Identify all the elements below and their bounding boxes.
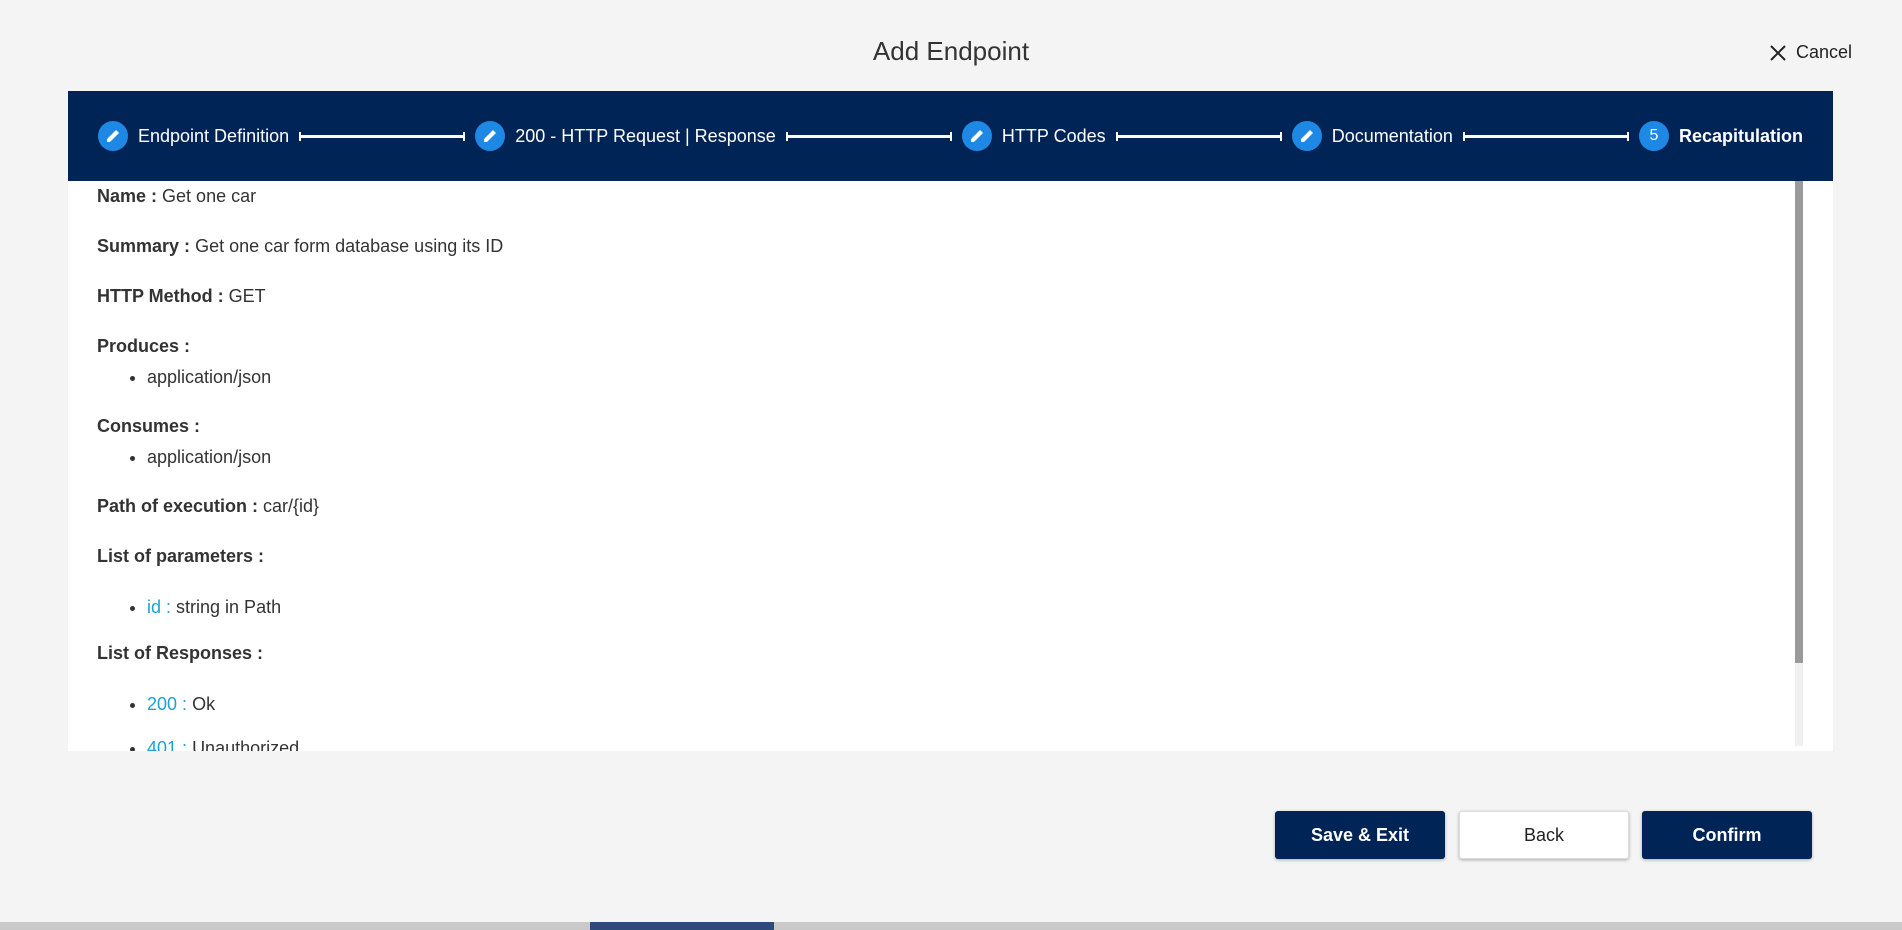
step-connector xyxy=(1115,131,1282,141)
produces-list: application/json xyxy=(97,366,271,388)
step-documentation[interactable]: Documentation xyxy=(1291,121,1453,151)
pencil-icon xyxy=(961,121,992,151)
name-label: Name : xyxy=(97,186,158,206)
pencil-icon xyxy=(1291,121,1322,151)
summary-value: Get one car form database using its ID xyxy=(195,236,504,256)
path-label: Path of execution : xyxy=(97,496,259,516)
dialog-title: Add Endpoint xyxy=(872,36,1030,66)
response-value: Unauthorized xyxy=(192,738,300,751)
taskbar xyxy=(0,922,1902,930)
method-row: HTTP Method : GET xyxy=(97,286,266,307)
list-item: 200 : Ok xyxy=(147,693,299,715)
list-item: application/json xyxy=(147,446,271,468)
step-label: Recapitulation xyxy=(1679,125,1804,146)
step-label: 200 - HTTP Request | Response xyxy=(515,125,776,146)
step-recapitulation[interactable]: 5 Recapitulation xyxy=(1639,121,1803,151)
step-label: Documentation xyxy=(1331,125,1453,146)
parameters-list: id : string in Path xyxy=(97,596,281,618)
method-value: GET xyxy=(228,286,266,306)
param-key: id : xyxy=(147,597,172,617)
list-item: id : string in Path xyxy=(147,596,281,618)
step-connector xyxy=(299,131,466,141)
scrollbar-thumb[interactable] xyxy=(1795,181,1803,663)
list-item: application/json xyxy=(147,366,271,388)
step-endpoint-definition[interactable]: Endpoint Definition xyxy=(98,121,289,151)
cancel-button[interactable]: Cancel xyxy=(1768,42,1852,63)
add-endpoint-dialog: Add Endpoint Cancel Endpoint Definition … xyxy=(0,0,1902,923)
response-key: 200 : xyxy=(147,694,188,714)
step-http-codes[interactable]: HTTP Codes xyxy=(961,121,1106,151)
consumes-list: application/json xyxy=(97,446,271,468)
consumes-label: Consumes : xyxy=(97,416,201,436)
consumes-row: Consumes : xyxy=(97,416,200,437)
produces-label: Produces : xyxy=(97,336,191,356)
step-connector xyxy=(1462,131,1630,141)
save-exit-button[interactable]: Save & Exit xyxy=(1275,811,1445,859)
pencil-icon xyxy=(98,121,128,151)
response-value: Ok xyxy=(192,694,216,714)
name-value: Get one car xyxy=(162,186,257,206)
responses-label: List of Responses : xyxy=(97,643,264,663)
responses-list: 200 : Ok 401 : Unauthorized xyxy=(97,693,299,751)
stepper: Endpoint Definition 200 - HTTP Request |… xyxy=(68,91,1833,181)
confirm-button[interactable]: Confirm xyxy=(1642,811,1812,859)
recap-content[interactable]: Name : Get one car Summary : Get one car… xyxy=(68,181,1833,751)
summary-label: Summary : xyxy=(97,236,191,256)
step-label: Endpoint Definition xyxy=(138,125,290,146)
name-row: Name : Get one car xyxy=(97,186,256,207)
pencil-icon xyxy=(475,121,506,151)
step-connector xyxy=(785,131,953,141)
step-label: HTTP Codes xyxy=(1001,125,1106,146)
parameters-row: List of parameters : xyxy=(97,546,264,567)
parameters-label: List of parameters : xyxy=(97,546,265,566)
method-label: HTTP Method : xyxy=(97,286,224,306)
param-value: string in Path xyxy=(176,597,282,617)
responses-row: List of Responses : xyxy=(97,643,263,664)
summary-row: Summary : Get one car form database usin… xyxy=(97,236,503,257)
close-icon xyxy=(1770,44,1786,61)
list-item: 401 : Unauthorized xyxy=(147,737,299,751)
back-button[interactable]: Back xyxy=(1459,811,1629,859)
response-key: 401 : xyxy=(147,738,188,751)
cancel-label: Cancel xyxy=(1795,42,1852,62)
step-number: 5 xyxy=(1639,121,1669,151)
produces-row: Produces : xyxy=(97,336,190,357)
step-http-request-response[interactable]: 200 - HTTP Request | Response xyxy=(475,121,776,151)
path-row: Path of execution : car/{id} xyxy=(97,496,319,517)
taskbar-item[interactable] xyxy=(590,922,774,930)
path-value: car/{id} xyxy=(263,496,320,516)
